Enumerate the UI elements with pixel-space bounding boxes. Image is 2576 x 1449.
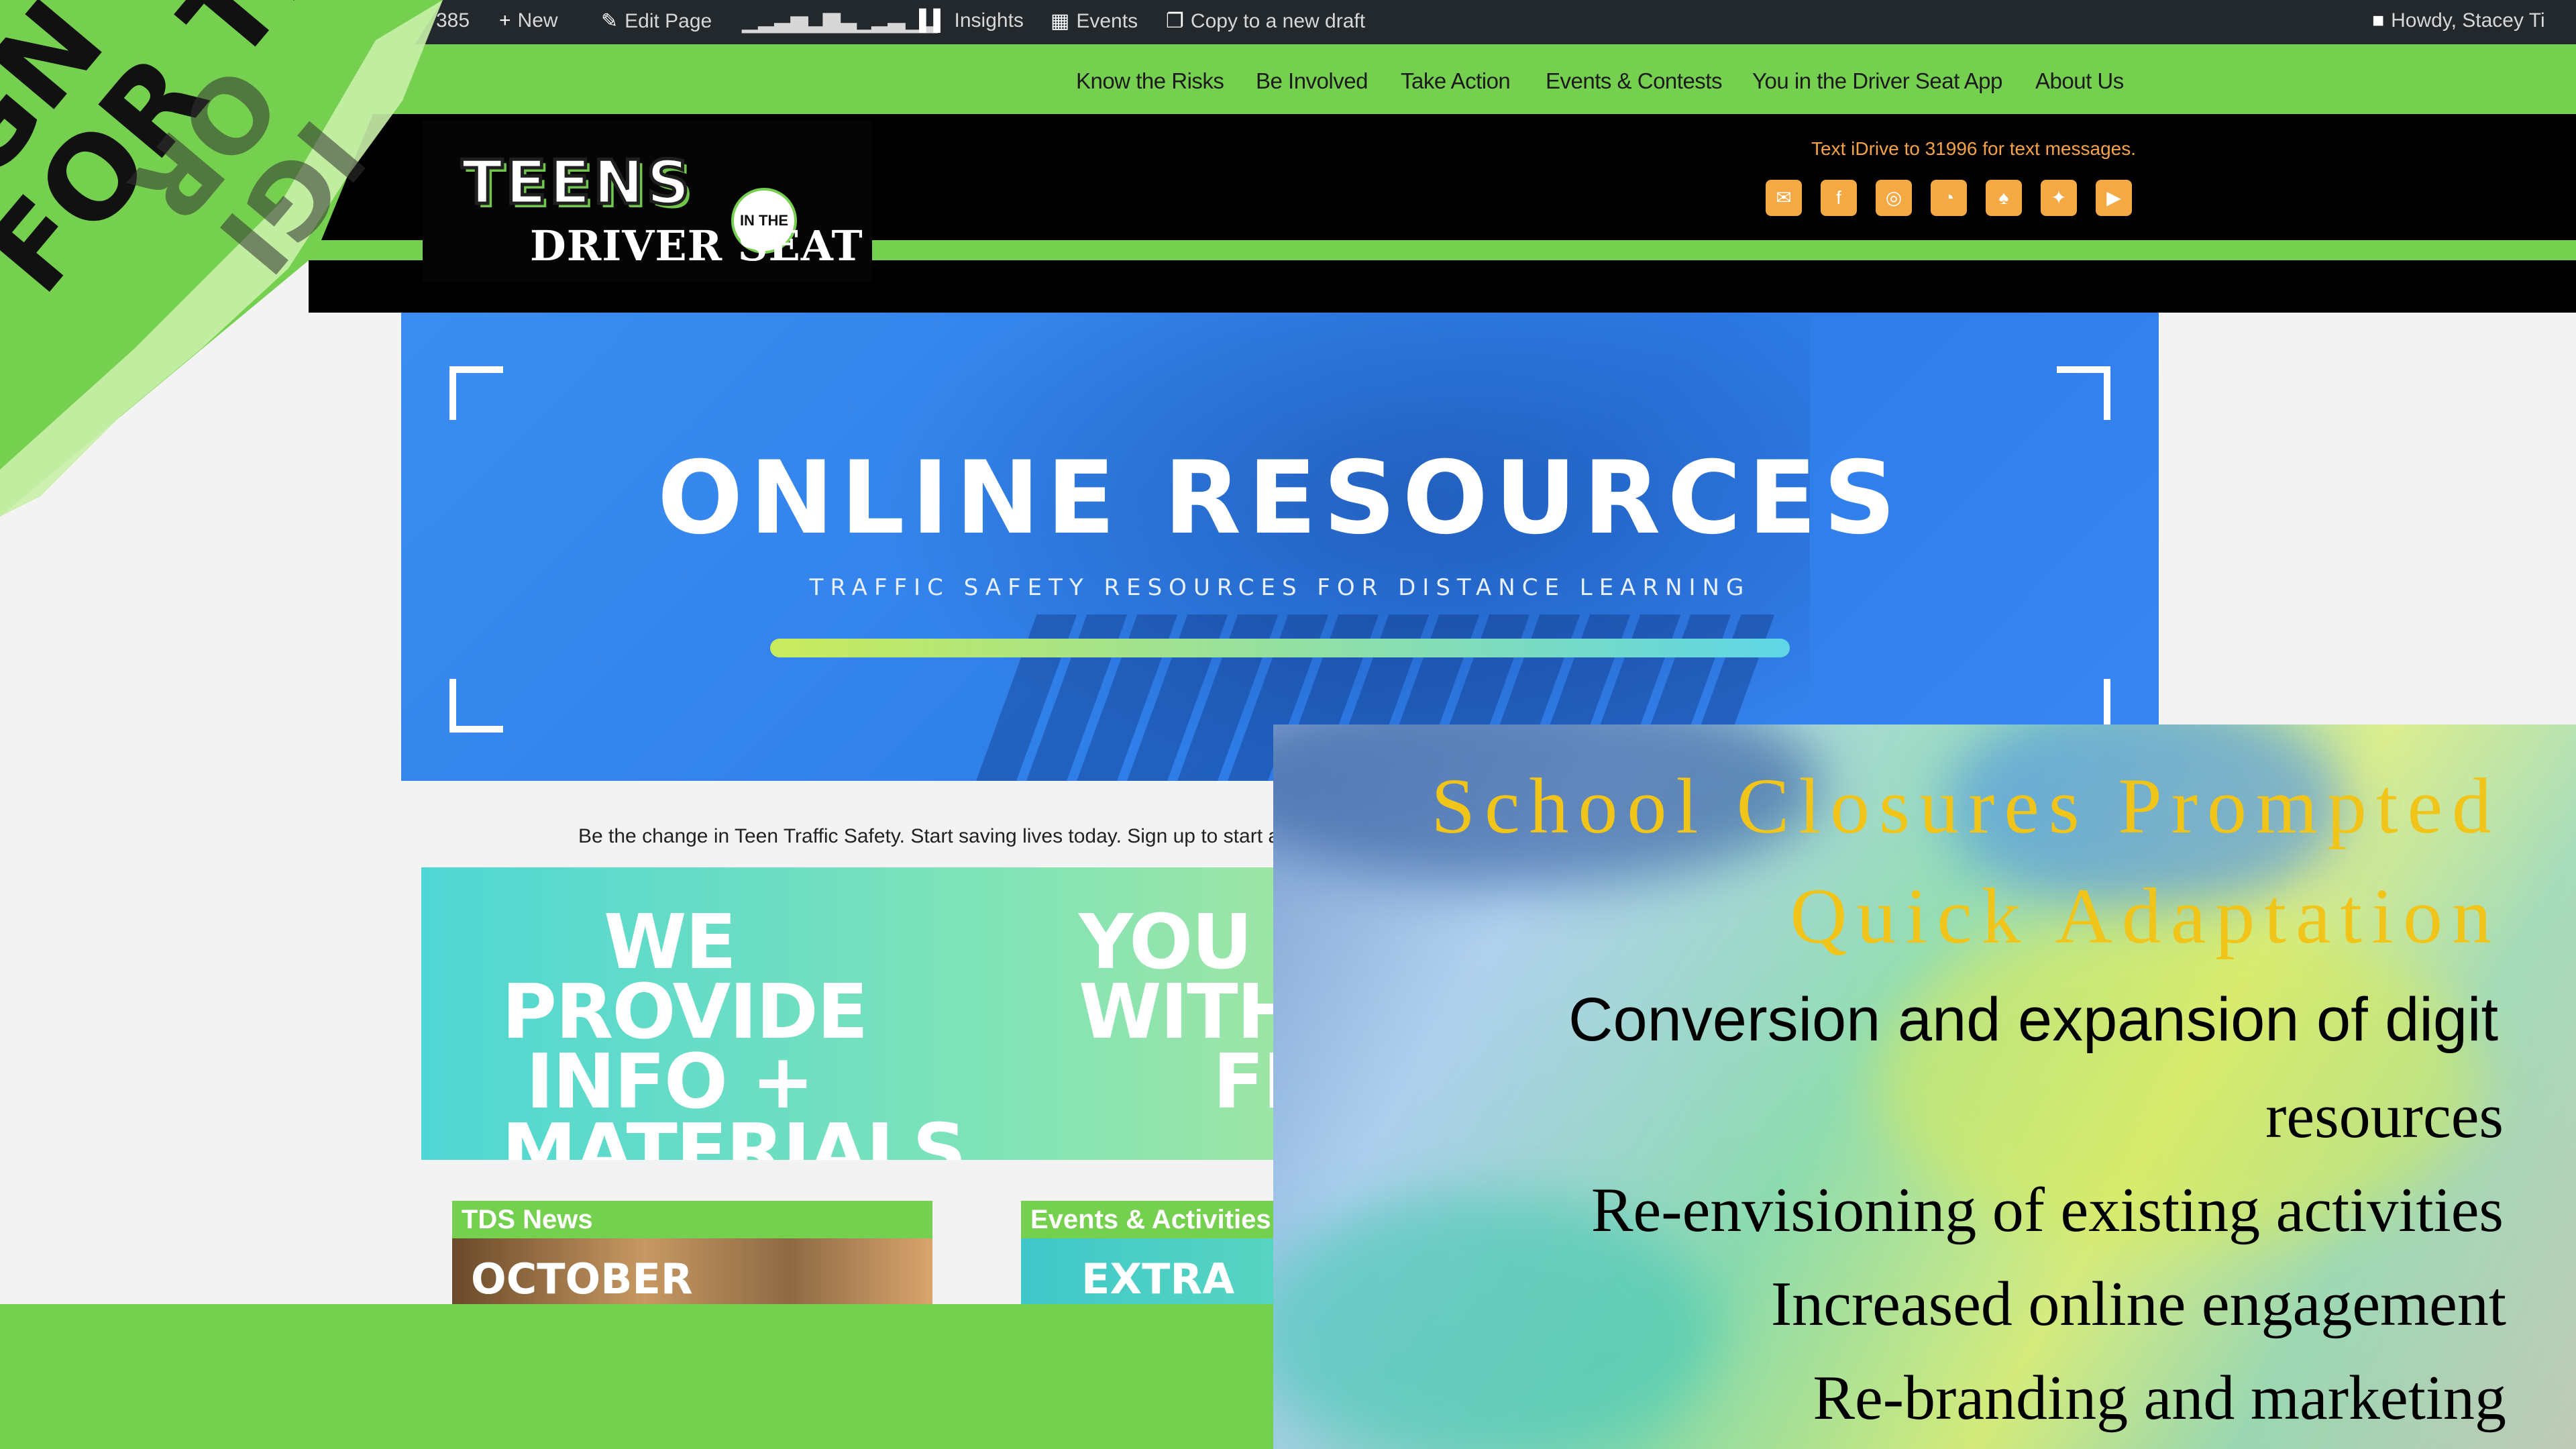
banner-title: ONLINE RESOURCES <box>657 440 1903 557</box>
promo-tile[interactable]: WE PROVIDE INFO + MATERIALS YOU S WITH F… <box>421 867 1360 1160</box>
copy-draft-button[interactable]: ❐ Copy to a new draft <box>1166 9 1365 33</box>
logo-driver-seat: DRIVER SEAT <box>530 221 863 270</box>
twitter-icon[interactable]: ✦ <box>2041 180 2077 216</box>
events-button[interactable]: ▦ Events <box>1051 9 1138 33</box>
notification-icon: ■ <box>2372 9 2385 32</box>
logo-teens: TEENS <box>460 146 693 220</box>
nav-driver-seat-app[interactable]: You in the Driver Seat App <box>1752 68 2002 94</box>
calendar-icon: ▦ <box>1051 10 1070 32</box>
slide-bullet-1a: Conversion and expansion of digit <box>1568 985 2499 1054</box>
news-card[interactable]: TDS News OCTOBER <box>452 1201 932 1308</box>
events-label: Events <box>1076 10 1138 32</box>
corner-sticker[interactable]: IGN UP FOR TDS! IGI OR <box>0 0 470 523</box>
hero-banner[interactable]: ONLINE RESOURCES TRAFFIC SAFETY RESOURCE… <box>401 313 2159 781</box>
slide-bullet-1b: resources <box>2265 1081 2504 1151</box>
new-content-button[interactable]: + New <box>499 9 558 32</box>
edit-page-label: Edit Page <box>625 10 712 32</box>
plus-icon: + <box>499 9 511 32</box>
pencil-icon: ✎ <box>601 10 619 32</box>
site-logo[interactable]: TEENS IN THE DRIVER SEAT <box>423 121 872 282</box>
frame-corner-tr <box>2057 366 2110 420</box>
nav-about-us[interactable]: About Us <box>2035 68 2124 94</box>
copy-draft-label: Copy to a new draft <box>1190 10 1366 32</box>
tagline: Be the change in Teen Traffic Safety. St… <box>578 825 1328 847</box>
promo-left-line: WE PROVIDE <box>502 899 868 1056</box>
nav-be-involved[interactable]: Be Involved <box>1256 68 1368 94</box>
slide-bullet-4: Re-branding and marketing <box>1813 1363 2506 1433</box>
events-card-heading: Events & Activities <box>1021 1201 1289 1238</box>
insights-label: Insights <box>954 9 1024 32</box>
events-card-image: EXTRA M <box>1021 1238 1289 1308</box>
user-menu[interactable]: ■ Howdy, Stacey Ti <box>2372 9 2545 32</box>
youtube-icon[interactable]: ▶ <box>2096 180 2132 216</box>
slide-bullet-3: Increased online engagement <box>1770 1269 2506 1339</box>
email-icon[interactable]: ✉ <box>1766 180 1802 216</box>
banner-subtitle: TRAFFIC SAFETY RESOURCES FOR DISTANCE LE… <box>809 574 1751 601</box>
insights-button[interactable]: ▌▌ Insights <box>919 9 1024 32</box>
news-card-image: OCTOBER <box>452 1238 932 1308</box>
text-message-promo: Text iDrive to 31996 for text messages. <box>1811 138 2136 159</box>
bar-chart-icon: ▌▌ <box>919 9 948 32</box>
slide-title: School Closures Prompted Quick Adaptatio… <box>1293 751 2501 971</box>
promo-left-text: WE PROVIDE INFO + MATERIALS <box>502 899 967 1160</box>
facebook-icon[interactable]: f <box>1821 180 1857 216</box>
instagram-icon[interactable]: ◎ <box>1876 180 1912 216</box>
news-card-heading: TDS News <box>452 1201 932 1238</box>
events-card[interactable]: Events & Activities EXTRA M <box>1021 1201 1289 1308</box>
nav-take-action[interactable]: Take Action <box>1401 68 1511 94</box>
slide-title-line2: Quick Adaptation <box>1790 872 2501 960</box>
new-label: New <box>517 9 558 32</box>
edit-page-button[interactable]: ✎ Edit Page <box>601 9 712 33</box>
copy-icon: ❐ <box>1166 10 1184 32</box>
banner-gradient-bar <box>770 639 1790 657</box>
slide-title-line1: School Closures Prompted <box>1431 762 2501 850</box>
promo-left-line: INFO + <box>526 1038 814 1126</box>
sparkline-icon[interactable]: ▁▂▃▅▂▆▃▁▂▃▁▂ <box>742 7 938 34</box>
promo-left-line: MATERIALS <box>502 1108 967 1160</box>
howdy-label: Howdy, Stacey Ti <box>2391 9 2545 32</box>
nav-events-contests[interactable]: Events & Contests <box>1546 68 1722 94</box>
nav-know-the-risks[interactable]: Know the Risks <box>1076 68 1224 94</box>
frame-corner-bl <box>449 679 503 733</box>
slide-bullet-2: Re-envisioning of existing activities <box>1591 1175 2504 1245</box>
snapchat-icon[interactable]: ♠ <box>1986 180 2022 216</box>
rss-icon[interactable]: ◔ <box>1931 180 1967 216</box>
